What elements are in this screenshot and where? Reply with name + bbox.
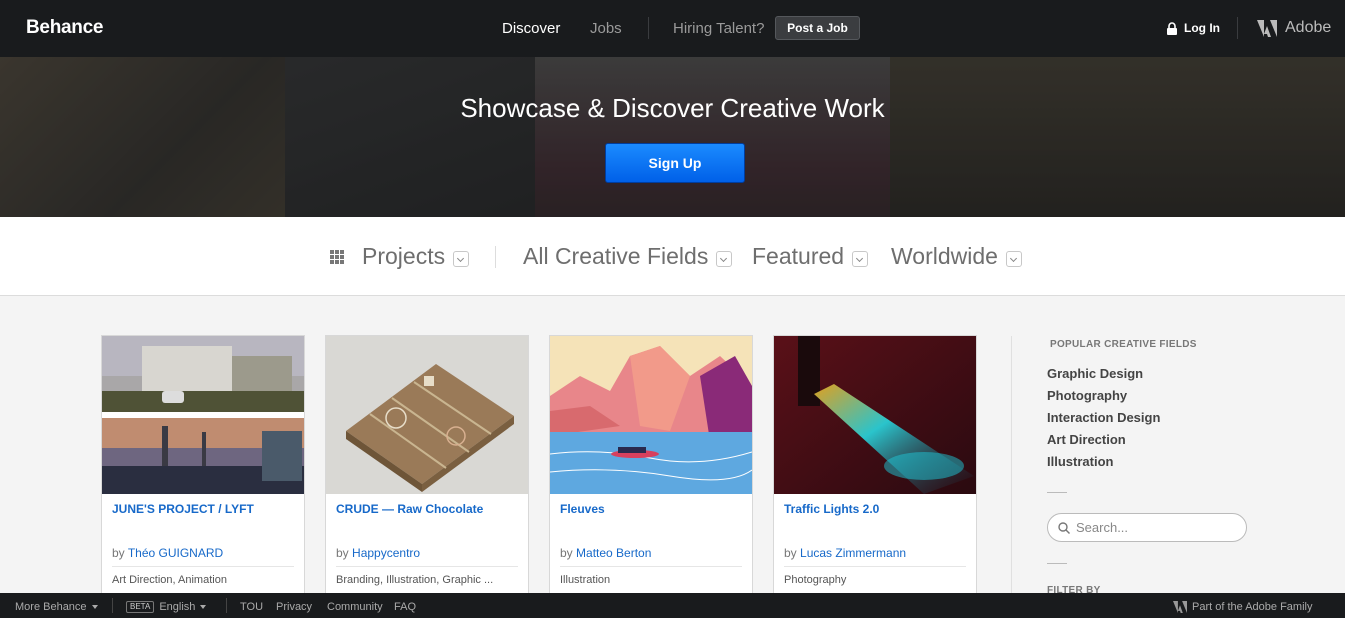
adobe-label: Adobe bbox=[1285, 19, 1332, 36]
project-card[interactable]: CRUDE — Raw Chocolate by Happycentro Bra… bbox=[325, 335, 529, 595]
chevron-down-icon bbox=[716, 250, 733, 267]
more-behance-menu[interactable]: More Behance bbox=[15, 601, 98, 613]
language-menu[interactable]: BETA English bbox=[126, 601, 207, 613]
adobe-family-link[interactable]: Part of the Adobe Family bbox=[1173, 601, 1312, 613]
project-fields: Illustration bbox=[560, 574, 611, 586]
footer-link-privacy[interactable]: Privacy bbox=[276, 601, 312, 613]
nav-discover[interactable]: Discover bbox=[502, 20, 560, 37]
footer-link-faq[interactable]: FAQ bbox=[394, 601, 416, 613]
top-nav: Behance Discover Jobs Hiring Talent? Pos… bbox=[0, 0, 1345, 57]
nav-divider bbox=[1237, 17, 1238, 39]
adobe-link[interactable]: Adobe bbox=[1257, 19, 1331, 37]
project-fields: Photography bbox=[784, 574, 847, 586]
project-title[interactable]: JUNE'S PROJECT / LYFT bbox=[112, 502, 254, 516]
filter-worldwide[interactable]: Worldwide bbox=[891, 243, 1022, 270]
chevron-down-icon bbox=[200, 605, 207, 609]
project-thumbnail[interactable] bbox=[326, 336, 528, 494]
chevron-down-icon bbox=[852, 250, 869, 267]
nav-divider bbox=[648, 17, 649, 39]
project-author[interactable]: Théo GUIGNARD bbox=[128, 546, 223, 560]
project-card[interactable]: JUNE'S PROJECT / LYFT by Théo GUIGNARD A… bbox=[101, 335, 305, 595]
project-card[interactable]: Fleuves by Matteo Berton Illustration bbox=[549, 335, 753, 595]
language-label: English bbox=[159, 601, 196, 613]
post-job-button[interactable]: Post a Job bbox=[775, 16, 860, 40]
chevron-down-icon bbox=[1005, 250, 1022, 267]
footer-bar: More Behance BETA English TOU Privacy Co… bbox=[0, 593, 1345, 618]
sidebar-item-interaction-design[interactable]: Interaction Design bbox=[1047, 410, 1160, 425]
footer-link-tou[interactable]: TOU bbox=[240, 601, 263, 613]
hero-banner: Showcase & Discover Creative Work Sign U… bbox=[0, 57, 1345, 217]
lock-icon bbox=[1167, 21, 1177, 35]
project-author-line: by Théo GUIGNARD bbox=[112, 546, 224, 560]
adobe-icon bbox=[1173, 601, 1187, 613]
hero-title: Showcase & Discover Creative Work bbox=[460, 93, 885, 123]
project-thumbnail[interactable] bbox=[102, 336, 304, 494]
project-thumbnail[interactable] bbox=[774, 336, 976, 494]
project-author-line: by Lucas Zimmermann bbox=[784, 546, 907, 560]
search-input[interactable] bbox=[1076, 520, 1236, 535]
project-fields: Branding, Illustration, Graphic ... bbox=[336, 574, 494, 586]
nav-hiring-talent[interactable]: Hiring Talent? bbox=[673, 20, 764, 37]
filter-featured[interactable]: Featured bbox=[752, 243, 869, 270]
sidebar-divider bbox=[1047, 492, 1067, 493]
chevron-down-icon bbox=[453, 250, 470, 267]
signup-button[interactable]: Sign Up bbox=[605, 143, 745, 183]
filter-projects[interactable]: Projects bbox=[362, 243, 470, 270]
login-label: Log In bbox=[1184, 21, 1220, 35]
project-author[interactable]: Matteo Berton bbox=[576, 546, 651, 560]
project-author-line: by Matteo Berton bbox=[560, 546, 652, 560]
project-card[interactable]: Traffic Lights 2.0 by Lucas Zimmermann P… bbox=[773, 335, 977, 595]
filter-creative-fields[interactable]: All Creative Fields bbox=[523, 243, 733, 270]
filter-projects-label: Projects bbox=[362, 243, 446, 269]
project-thumbnail[interactable] bbox=[550, 336, 752, 494]
sidebar-divider bbox=[1011, 336, 1012, 596]
project-title[interactable]: Traffic Lights 2.0 bbox=[784, 502, 879, 516]
filter-worldwide-label: Worldwide bbox=[891, 243, 998, 269]
project-author[interactable]: Lucas Zimmermann bbox=[800, 546, 906, 560]
project-author[interactable]: Happycentro bbox=[352, 546, 420, 560]
adobe-icon bbox=[1257, 19, 1277, 37]
filter-fields-label: All Creative Fields bbox=[523, 243, 709, 269]
sidebar-item-art-direction[interactable]: Art Direction bbox=[1047, 432, 1126, 447]
search-box[interactable] bbox=[1047, 513, 1247, 542]
sidebar-item-photography[interactable]: Photography bbox=[1047, 388, 1127, 403]
chevron-down-icon bbox=[91, 605, 98, 609]
project-title[interactable]: Fleuves bbox=[560, 502, 605, 516]
filter-divider bbox=[495, 246, 496, 268]
sidebar-item-graphic-design[interactable]: Graphic Design bbox=[1047, 366, 1143, 381]
sidebar-divider bbox=[1047, 563, 1067, 564]
login-button[interactable]: Log In bbox=[1166, 21, 1220, 35]
project-author-line: by Happycentro bbox=[336, 546, 421, 560]
sidebar-heading: POPULAR CREATIVE FIELDS bbox=[1050, 339, 1197, 350]
beta-badge: BETA bbox=[126, 601, 155, 613]
sidebar-item-illustration[interactable]: Illustration bbox=[1047, 454, 1113, 469]
search-icon bbox=[1058, 521, 1070, 534]
footer-link-community[interactable]: Community bbox=[327, 601, 383, 613]
behance-logo[interactable]: Behance bbox=[26, 17, 103, 39]
project-title[interactable]: CRUDE — Raw Chocolate bbox=[336, 502, 483, 516]
filter-featured-label: Featured bbox=[752, 243, 845, 269]
project-fields: Art Direction, Animation bbox=[112, 574, 227, 586]
grid-icon bbox=[330, 250, 344, 264]
nav-jobs[interactable]: Jobs bbox=[590, 20, 622, 37]
